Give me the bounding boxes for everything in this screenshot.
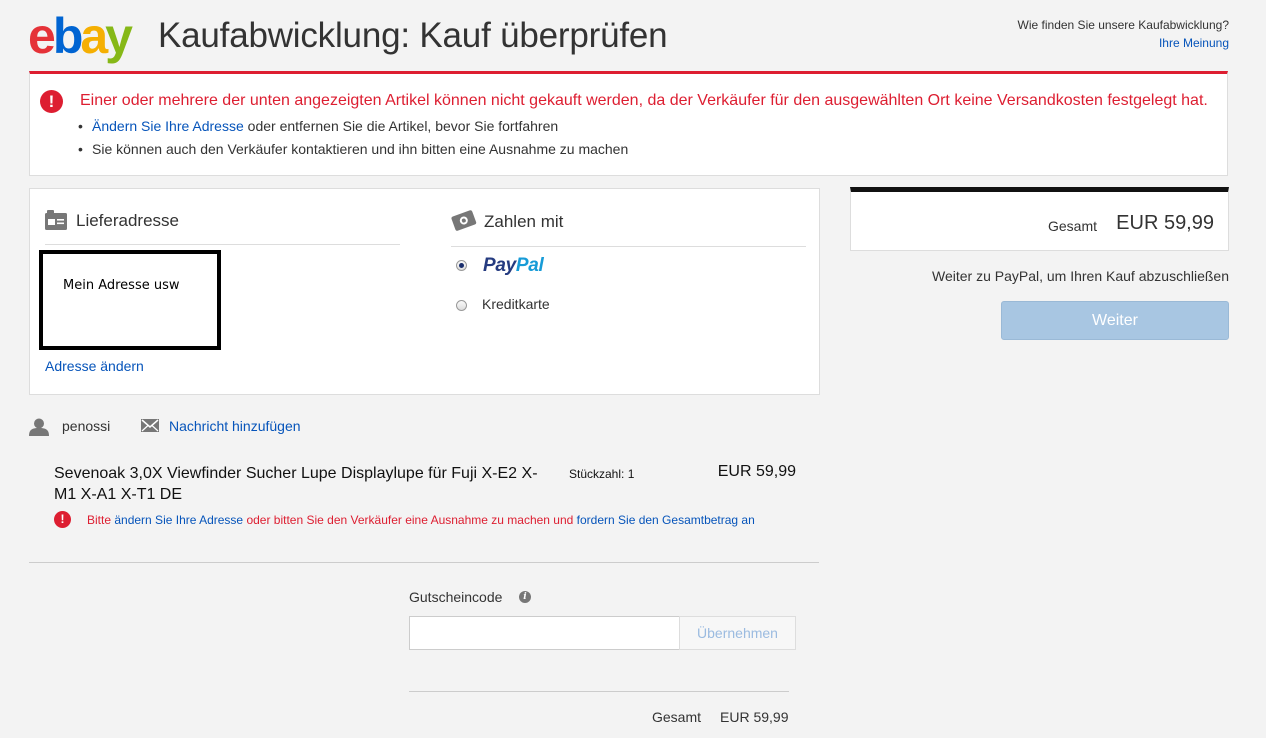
svg-text:ebay: ebay [28, 12, 133, 64]
footer-total-label: Gesamt [652, 709, 702, 725]
request-total-link[interactable]: fordern Sie den Gesamtbetrag an [577, 513, 755, 527]
shipping-address-box: Mein Adresse usw [39, 250, 221, 350]
error-bullet-1-text: oder entfernen Sie die Artikel, bevor Si… [243, 118, 559, 134]
error-icon: ! [40, 90, 63, 113]
footer-total-value: EUR 59,99 [720, 709, 789, 725]
payment-icon [451, 210, 477, 231]
total-divider [409, 691, 789, 692]
paypal-radio[interactable] [456, 260, 467, 271]
item-price: EUR 59,99 [717, 463, 796, 480]
add-message-link[interactable]: Nachricht hinzufügen [169, 418, 301, 434]
item-change-address-link[interactable]: ändern Sie Ihre Adresse [114, 513, 243, 527]
continue-button[interactable]: Weiter [1001, 301, 1229, 340]
user-icon [29, 418, 49, 436]
info-icon[interactable]: i [519, 591, 531, 603]
change-address-link[interactable]: Ändern Sie Ihre Adresse [92, 118, 244, 134]
error-banner: ! Einer oder mehrere der unten angezeigt… [29, 71, 1228, 176]
apply-coupon-button[interactable]: Übernehmen [679, 616, 796, 650]
error-bullet-1: Ändern Sie Ihre Adresse oder entfernen S… [78, 118, 559, 134]
item-error-icon: ! [54, 511, 71, 528]
feedback-question: Wie finden Sie unsere Kaufabwicklung? [1017, 18, 1229, 32]
shipping-title: Lieferadresse [76, 211, 180, 230]
shipping-divider [45, 244, 400, 245]
ebay-logo-icon: ebay [28, 12, 136, 64]
page-title: Kaufabwicklung: Kauf überprüfen [158, 16, 668, 55]
item-divider [29, 562, 819, 563]
coupon-label: Gutscheincode [409, 589, 503, 605]
coupon-input[interactable] [409, 616, 680, 650]
item-error-text-1: Bitte [87, 513, 115, 527]
ebay-logo[interactable]: ebay [28, 12, 148, 64]
payment-title: Zahlen mit [484, 212, 564, 231]
continue-note: Weiter zu PayPal, um Ihren Kauf abzuschl… [931, 268, 1229, 284]
address-card-icon [45, 210, 67, 230]
shipping-payment-card: Lieferadresse Mein Adresse usw Adresse ä… [29, 188, 820, 395]
item-quantity: Stückzahl: 1 [569, 467, 635, 481]
creditcard-label[interactable]: Kreditkarte [482, 296, 550, 312]
error-message: Einer oder mehrere der unten angezeigten… [80, 92, 1208, 109]
shipping-address-text: Mein Adresse usw [63, 278, 180, 293]
item-error-message: Bitte ändern Sie Ihre Adresse oder bitte… [87, 513, 755, 527]
paypal-logo-part-1: Pay [483, 255, 516, 276]
order-summary-card: Gesamt EUR 59,99 [850, 187, 1229, 251]
paypal-logo-part-2: Pal [515, 255, 544, 276]
summary-total-label: Gesamt [1048, 218, 1098, 234]
payment-divider [451, 246, 806, 247]
error-bullet-2: Sie können auch den Verkäufer kontaktier… [78, 141, 628, 157]
seller-name: penossi [62, 418, 111, 434]
item-title[interactable]: Sevenoak 3,0X Viewfinder Sucher Lupe Dis… [54, 463, 554, 505]
change-address-button[interactable]: Adresse ändern [45, 358, 144, 374]
mail-icon [141, 419, 159, 432]
feedback-link[interactable]: Ihre Meinung [1159, 36, 1229, 50]
creditcard-radio[interactable] [456, 300, 467, 311]
item-error-text-2: oder bitten Sie den Verkäufer eine Ausna… [243, 513, 577, 527]
paypal-logo[interactable]: PayPal [483, 255, 544, 277]
summary-total-value: EUR 59,99 [1116, 212, 1214, 234]
